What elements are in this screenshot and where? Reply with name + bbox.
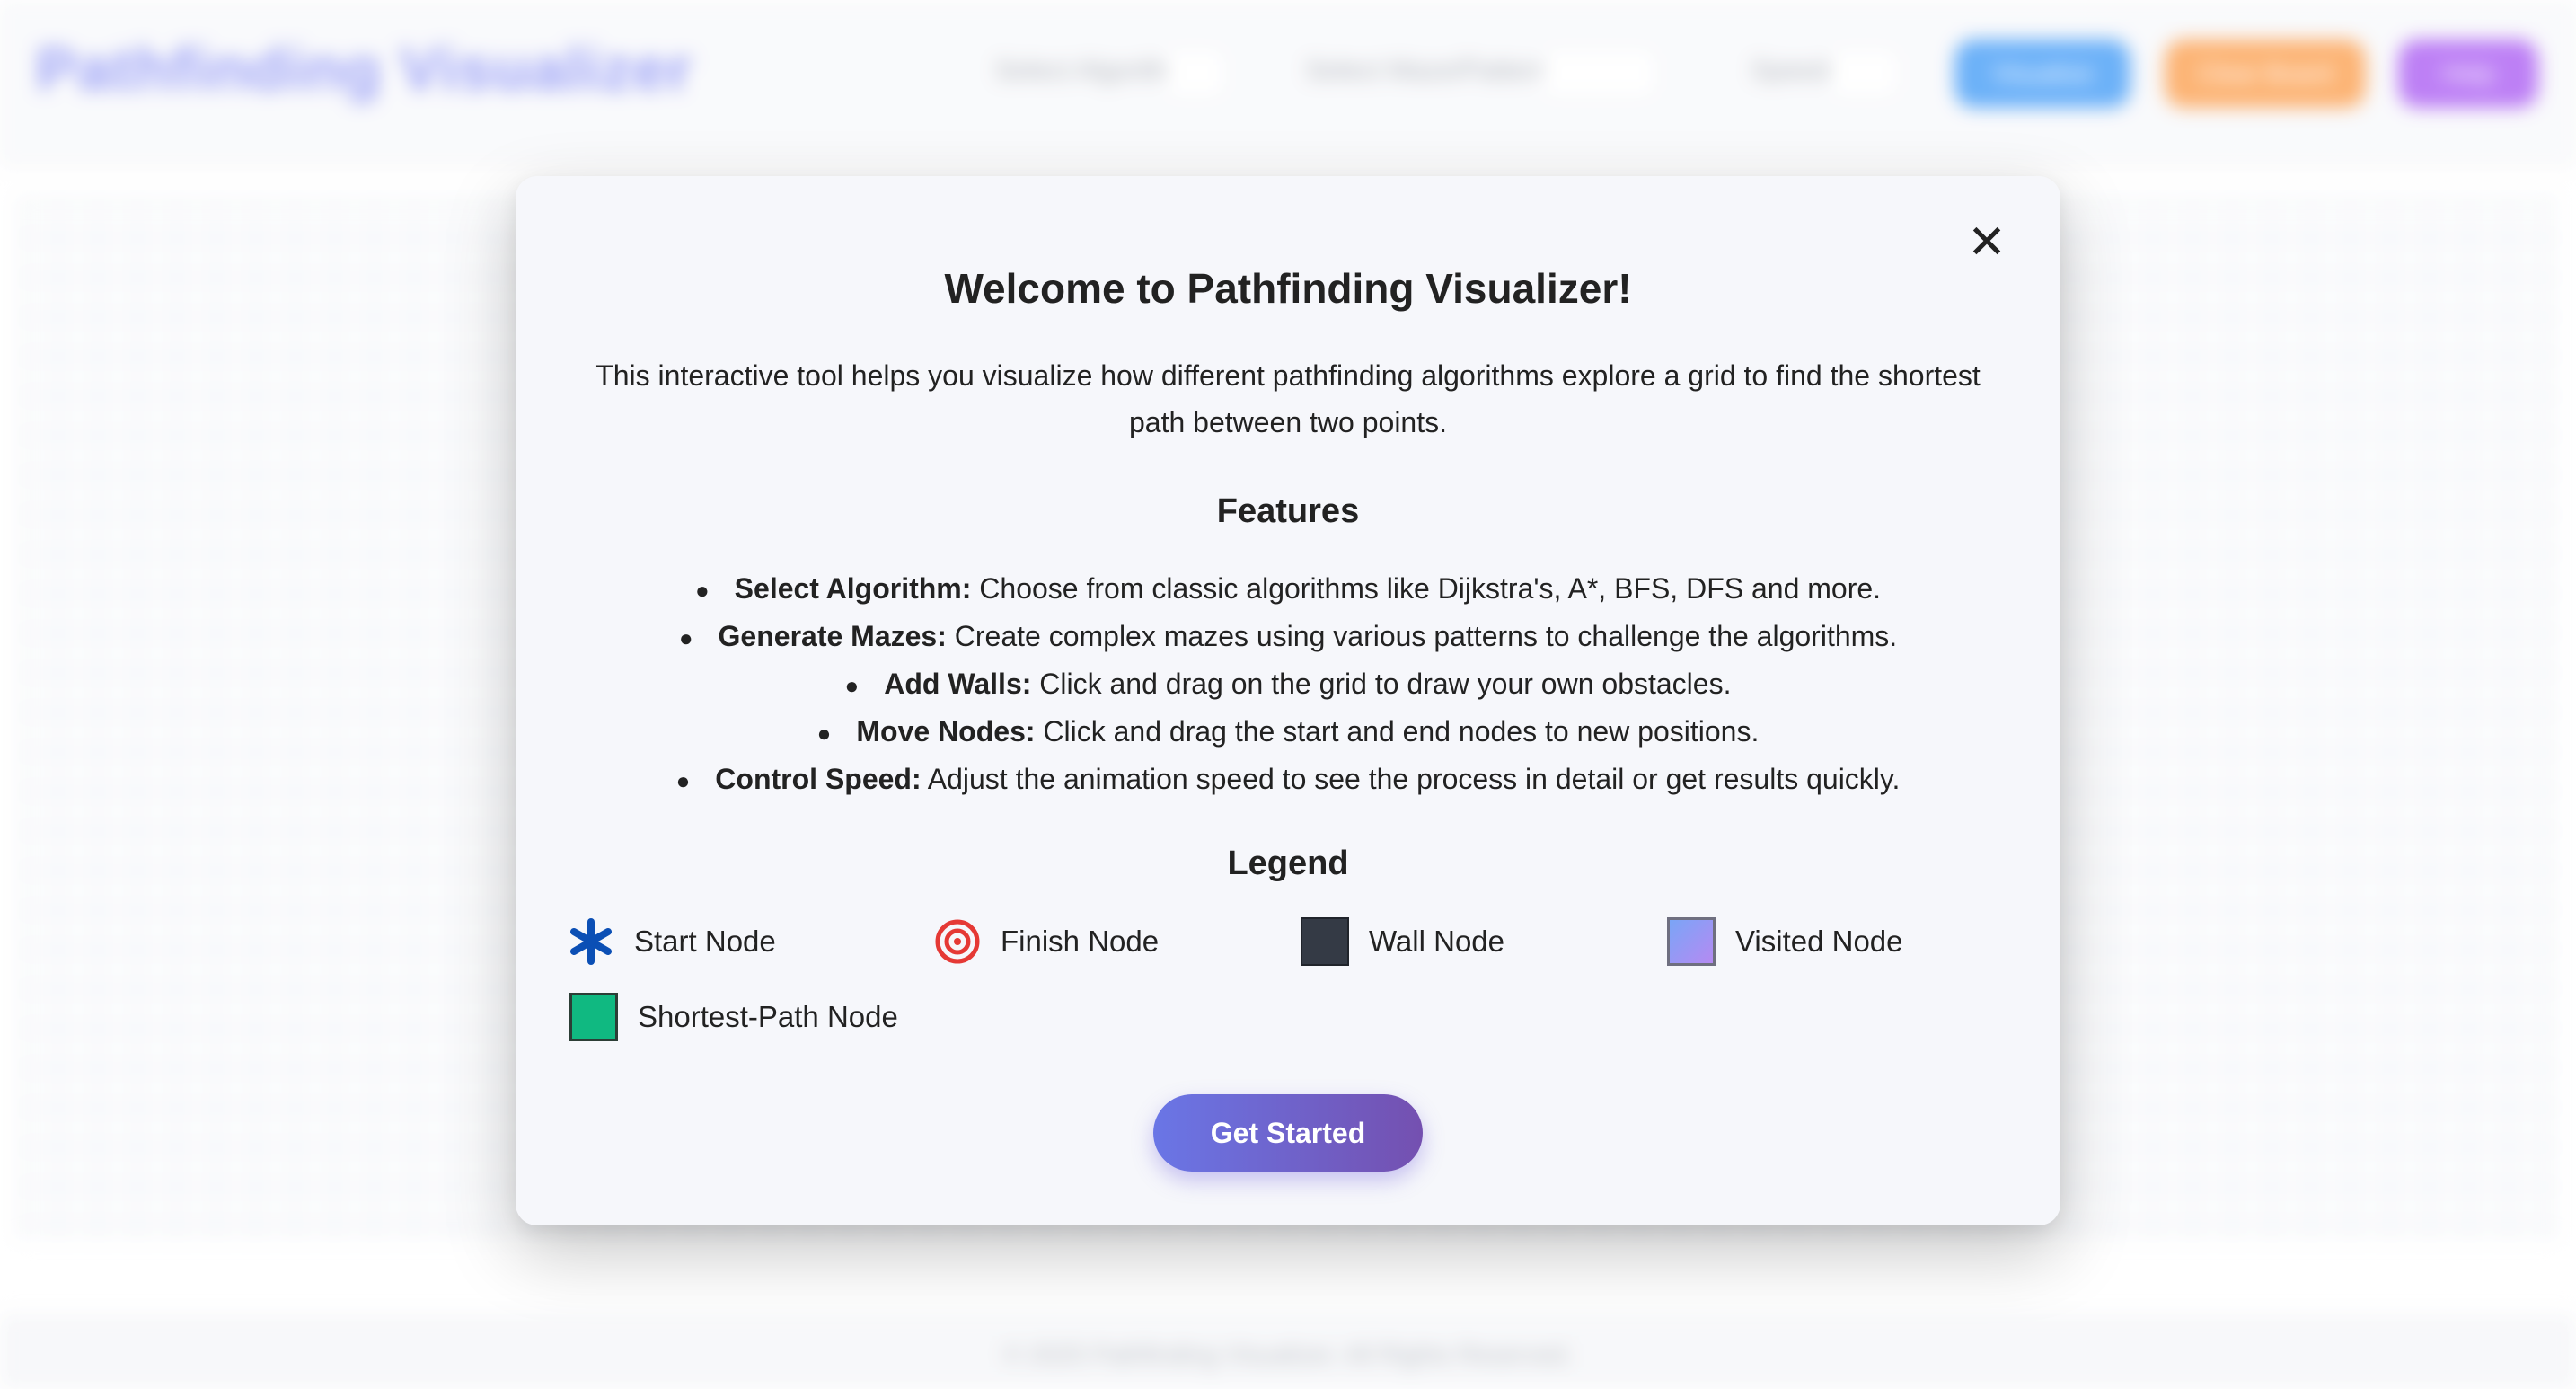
legend-label: Finish Node	[1001, 925, 1160, 958]
feature-item: ● Move Nodes: Click and drag the start an…	[816, 715, 1760, 748]
legend-shortest-path: Shortest-Path Node	[569, 990, 898, 1044]
close-icon[interactable]: ✕	[1963, 219, 2010, 266]
features-heading: Features	[1216, 492, 1360, 530]
modal-title: Welcome to Pathfinding Visualizer!	[944, 265, 1632, 312]
legend-start: Start Node	[568, 915, 776, 969]
get-started-button[interactable]: Get Started	[1153, 1094, 1423, 1172]
legend-label: Visited Node	[1735, 925, 1903, 958]
legend-finish: Finish Node	[934, 915, 1159, 969]
asterisk-icon	[570, 918, 612, 965]
modal-intro: This interactive tool helps you visualiz…	[595, 359, 1981, 438]
features-list: ● Select Algorithm: Choose from classic a…	[516, 566, 2060, 804]
feature-item: ● Generate Mazes: Create complex mazes us…	[678, 620, 1898, 653]
feature-item: ● Add Walls: Click and drag on the grid t…	[844, 668, 1732, 701]
wall-swatch	[1301, 917, 1349, 966]
legend-label: Shortest-Path Node	[638, 1000, 898, 1033]
legend-heading: Legend	[1227, 845, 1349, 882]
legend-visited: Visited Node	[1667, 915, 1903, 969]
path-swatch	[569, 993, 618, 1041]
legend-label: Start Node	[634, 925, 776, 958]
legend-label: Wall Node	[1369, 925, 1504, 958]
target-icon	[935, 919, 980, 964]
feature-item: ● Select Algorithm: Choose from classic a…	[694, 572, 1882, 605]
feature-item: ● Control Speed: Adjust the animation spe…	[675, 763, 1901, 796]
welcome-modal: ✕ Welcome to Pathfinding Visualizer! Thi…	[516, 176, 2060, 1225]
visited-swatch	[1667, 917, 1716, 966]
legend-wall: Wall Node	[1301, 915, 1504, 969]
